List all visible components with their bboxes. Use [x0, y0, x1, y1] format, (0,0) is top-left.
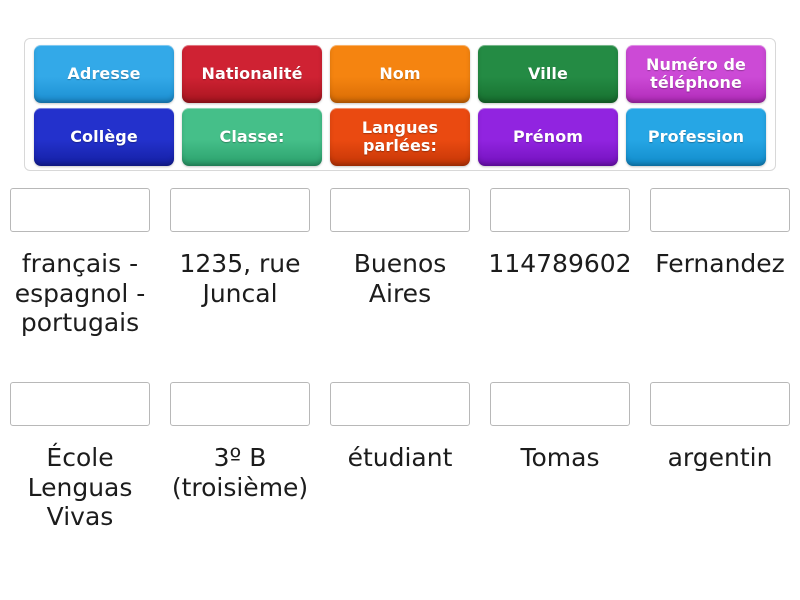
- tile-college[interactable]: Collège: [34, 108, 174, 166]
- answer-text-r1c2: 1235, rue Juncal: [179, 249, 301, 308]
- answer-text-r2c5: argentin: [667, 443, 773, 472]
- tile-label: Nationalité: [201, 64, 303, 84]
- answer-text-r2c2: 3º B (troisième): [171, 443, 309, 502]
- drop-zone-r1c5[interactable]: [650, 188, 790, 232]
- tile-classe[interactable]: Classe:: [182, 108, 322, 166]
- tile-ville[interactable]: Ville: [478, 45, 618, 103]
- tile-label: Nom: [379, 64, 421, 84]
- answer-cell: français - espagnol - portugais: [3, 188, 157, 338]
- tile-label: Langues parlées:: [361, 118, 439, 155]
- tile-label: Collège: [70, 127, 138, 147]
- tile-label: Ville: [528, 64, 568, 84]
- drop-zone-r2c4[interactable]: [490, 382, 630, 426]
- answer-text-r1c1: français - espagnol - portugais: [14, 249, 146, 337]
- answer-row-2: École Lenguas Vivas 3º B (troisième) étu…: [0, 382, 800, 532]
- tile-langues-parlees[interactable]: Langues parlées:: [330, 108, 470, 166]
- drop-zone-r1c1[interactable]: [10, 188, 150, 232]
- answer-cell: École Lenguas Vivas: [3, 382, 157, 532]
- drop-zone-r1c3[interactable]: [330, 188, 470, 232]
- answer-cell: Fernandez: [643, 188, 797, 338]
- answer-cell: Tomas: [483, 382, 637, 532]
- tile-bank-row-1: Adresse Nationalité Nom Ville Numéro de …: [30, 45, 770, 103]
- answer-text-r1c3: Buenos Aires: [353, 249, 447, 308]
- answer-text-r2c4: Tomas: [520, 443, 600, 472]
- answer-cell: 114789602: [483, 188, 637, 338]
- tile-bank: Adresse Nationalité Nom Ville Numéro de …: [24, 38, 776, 171]
- answer-cell: Buenos Aires: [323, 188, 477, 338]
- tile-prenom[interactable]: Prénom: [478, 108, 618, 166]
- answer-cell: 1235, rue Juncal: [163, 188, 317, 338]
- answer-cell: étudiant: [323, 382, 477, 532]
- tile-label: Profession: [647, 127, 745, 147]
- answer-row-1: français - espagnol - portugais 1235, ru…: [0, 188, 800, 338]
- tile-label: Adresse: [67, 64, 141, 84]
- drop-zone-r1c2[interactable]: [170, 188, 310, 232]
- tile-bank-row-2: Collège Classe: Langues parlées: Prénom …: [30, 108, 770, 166]
- tile-adresse[interactable]: Adresse: [34, 45, 174, 103]
- drop-zone-r2c5[interactable]: [650, 382, 790, 426]
- tile-nationalite[interactable]: Nationalité: [182, 45, 322, 103]
- answer-cell: 3º B (troisième): [163, 382, 317, 532]
- tile-nom[interactable]: Nom: [330, 45, 470, 103]
- tile-profession[interactable]: Profession: [626, 108, 766, 166]
- drop-zone-r2c2[interactable]: [170, 382, 310, 426]
- tile-label: Numéro de téléphone: [646, 55, 746, 92]
- tile-label: Classe:: [219, 127, 285, 147]
- answer-text-r2c1: École Lenguas Vivas: [27, 443, 133, 531]
- answer-text-r1c5: Fernandez: [655, 249, 785, 278]
- drop-zone-r2c1[interactable]: [10, 382, 150, 426]
- answer-text-r1c4: 114789602: [488, 249, 632, 278]
- tile-label: Prénom: [512, 127, 584, 147]
- answer-text-r2c3: étudiant: [347, 443, 453, 472]
- tile-numero-de-telephone[interactable]: Numéro de téléphone: [626, 45, 766, 103]
- drop-zone-r2c3[interactable]: [330, 382, 470, 426]
- drop-zone-r1c4[interactable]: [490, 188, 630, 232]
- answer-cell: argentin: [643, 382, 797, 532]
